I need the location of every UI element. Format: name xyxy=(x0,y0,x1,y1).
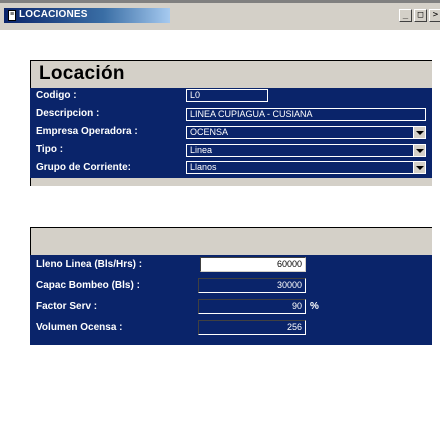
capac-bombeo-value: 30000 xyxy=(276,280,302,290)
window-title: LOCACIONES xyxy=(19,9,88,20)
system-menu-icon[interactable]: ≡ xyxy=(8,10,16,21)
tipo-dropdown-icon[interactable] xyxy=(413,145,425,156)
descripcion-label: Descripcion : xyxy=(36,108,100,119)
more-button[interactable]: > xyxy=(429,9,440,22)
metrics-panel-header xyxy=(30,227,432,255)
restore-button[interactable]: □ xyxy=(414,9,427,22)
descripcion-field[interactable]: LINEA CUPIAGUA - CUSIANA xyxy=(186,108,426,121)
grupo-corriente-dropdown-icon[interactable] xyxy=(413,162,425,173)
form-heading: Locación xyxy=(39,63,125,84)
empresa-operadora-dropdown-icon[interactable] xyxy=(413,127,425,138)
lleno-linea-label: Lleno Linea (Bls/Hrs) : xyxy=(36,259,143,270)
grupo-corriente-select[interactable]: Llanos xyxy=(186,161,426,174)
grupo-row: Grupo de Corriente: Llanos xyxy=(30,160,432,178)
tipo-value: Linea xyxy=(190,145,213,155)
codigo-field[interactable]: L0 xyxy=(186,89,268,102)
tipo-label: Tipo : xyxy=(36,144,64,155)
grupo-corriente-value: Llanos xyxy=(190,162,217,172)
volumen-ocensa-label: Volumen Ocensa : xyxy=(36,322,123,333)
capac-bombeo-label: Capac Bombeo (Bls) : xyxy=(36,280,140,291)
window-buttons: _ □ > xyxy=(399,9,440,23)
factor-serv-unit: % xyxy=(310,301,319,312)
minimize-button[interactable]: _ xyxy=(399,9,412,22)
descripcion-value: LINEA CUPIAGUA - CUSIANA xyxy=(190,109,313,119)
lleno-linea-input[interactable]: 60000 xyxy=(200,257,306,272)
grupo-corriente-label: Grupo de Corriente: xyxy=(36,162,132,173)
volumen-ocensa-value: 256 xyxy=(286,322,302,332)
location-fields-area: Codigo : L0 Descripcion : LINEA CUPIAGUA… xyxy=(30,88,432,160)
tipo-select[interactable]: Linea xyxy=(186,144,426,157)
factor-serv-label: Factor Serv : xyxy=(36,301,98,312)
codigo-value: L0 xyxy=(190,90,201,100)
factor-serv-input[interactable]: 90 xyxy=(198,299,306,314)
empresa-operadora-value: OCENSA xyxy=(190,127,229,137)
factor-serv-value: 90 xyxy=(291,301,302,311)
metrics-fields-area: Lleno Linea (Bls/Hrs) : 60000 Capac Bomb… xyxy=(30,255,432,345)
lleno-linea-value: 60000 xyxy=(276,259,302,269)
codigo-label: Codigo : xyxy=(36,90,77,101)
window-caption[interactable]: ≡ LOCACIONES xyxy=(4,8,170,23)
volumen-ocensa-input[interactable]: 256 xyxy=(198,320,306,335)
capac-bombeo-input[interactable]: 30000 xyxy=(198,278,306,293)
empresa-operadora-select[interactable]: OCENSA xyxy=(186,126,426,139)
window-title-bar[interactable]: ≡ LOCACIONES _ □ > xyxy=(0,0,440,30)
title-bar-top-line xyxy=(0,0,440,3)
empresa-operadora-label: Empresa Operadora : xyxy=(36,126,138,137)
